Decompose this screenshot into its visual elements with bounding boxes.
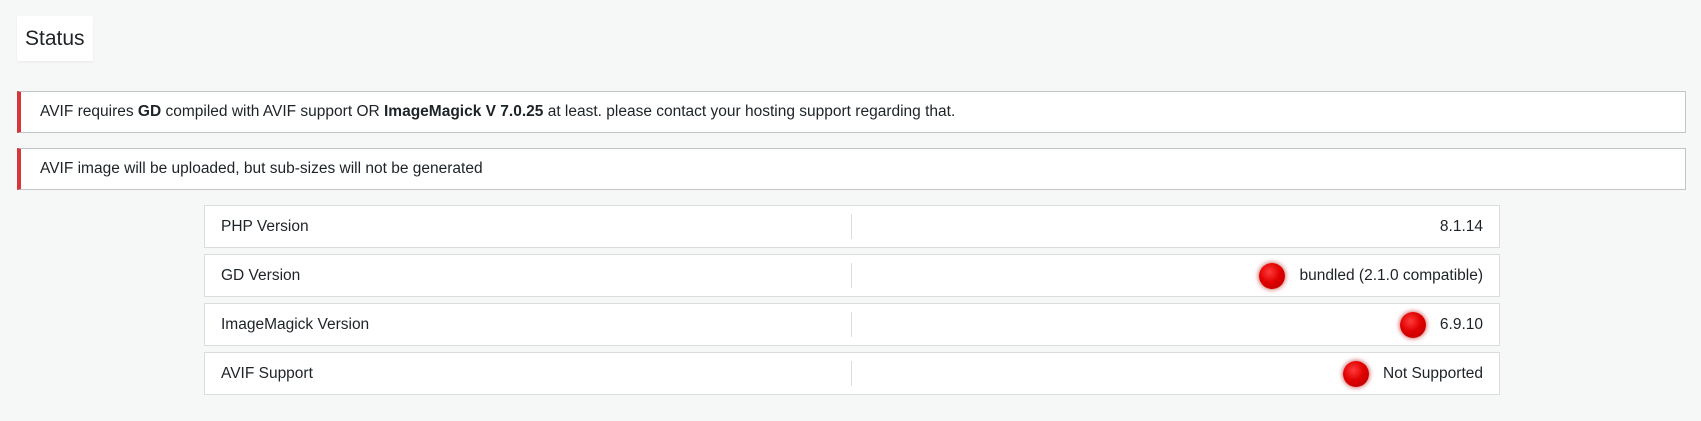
- notice-avif-subsizes: AVIF image will be uploaded, but sub-siz…: [17, 148, 1686, 190]
- info-row-gd-version: GD Version bundled (2.1.0 compatible): [204, 254, 1500, 297]
- info-value-wrap: 8.1.14: [1440, 206, 1483, 247]
- status-page: Status AVIF requires GD compiled with AV…: [0, 0, 1701, 421]
- info-label: GD Version: [221, 267, 301, 284]
- notice-text: compiled with AVIF support OR: [161, 103, 384, 120]
- info-row-avif-support: AVIF Support Not Supported: [204, 352, 1500, 395]
- notice-text: at least. please contact your hosting su…: [543, 103, 956, 120]
- info-row-php-version: PHP Version 8.1.14: [204, 205, 1500, 248]
- notice-bold-gd: GD: [137, 103, 162, 120]
- red-status-dot-icon: [1343, 360, 1370, 387]
- info-value-wrap: Not Supported: [1343, 353, 1483, 394]
- info-value-wrap: 6.9.10: [1399, 304, 1483, 345]
- system-info-table: PHP Version 8.1.14 GD Version bundled (2…: [204, 205, 1500, 401]
- notice-bold-imagemagick: ImageMagick V 7.0.25: [384, 103, 544, 120]
- info-label: ImageMagick Version: [221, 316, 370, 333]
- notice-text: AVIF image will be uploaded, but sub-siz…: [40, 160, 483, 177]
- red-status-dot-icon: [1399, 311, 1426, 338]
- column-divider: [851, 312, 852, 337]
- info-value: bundled (2.1.0 compatible): [1299, 267, 1483, 284]
- column-divider: [851, 214, 852, 239]
- page-title: Status: [17, 16, 93, 61]
- column-divider: [851, 361, 852, 386]
- notice-avif-requirements: AVIF requires GD compiled with AVIF supp…: [17, 91, 1686, 133]
- info-label: PHP Version: [221, 218, 309, 235]
- column-divider: [851, 263, 852, 288]
- info-value-wrap: bundled (2.1.0 compatible): [1259, 255, 1483, 296]
- info-row-imagemagick-version: ImageMagick Version 6.9.10: [204, 303, 1500, 346]
- info-value: 8.1.14: [1439, 218, 1483, 235]
- info-label: AVIF Support: [221, 365, 313, 382]
- red-status-dot-icon: [1259, 262, 1286, 289]
- info-value: 6.9.10: [1439, 316, 1483, 333]
- notice-text: AVIF requires: [40, 103, 138, 120]
- info-value: Not Supported: [1383, 365, 1483, 382]
